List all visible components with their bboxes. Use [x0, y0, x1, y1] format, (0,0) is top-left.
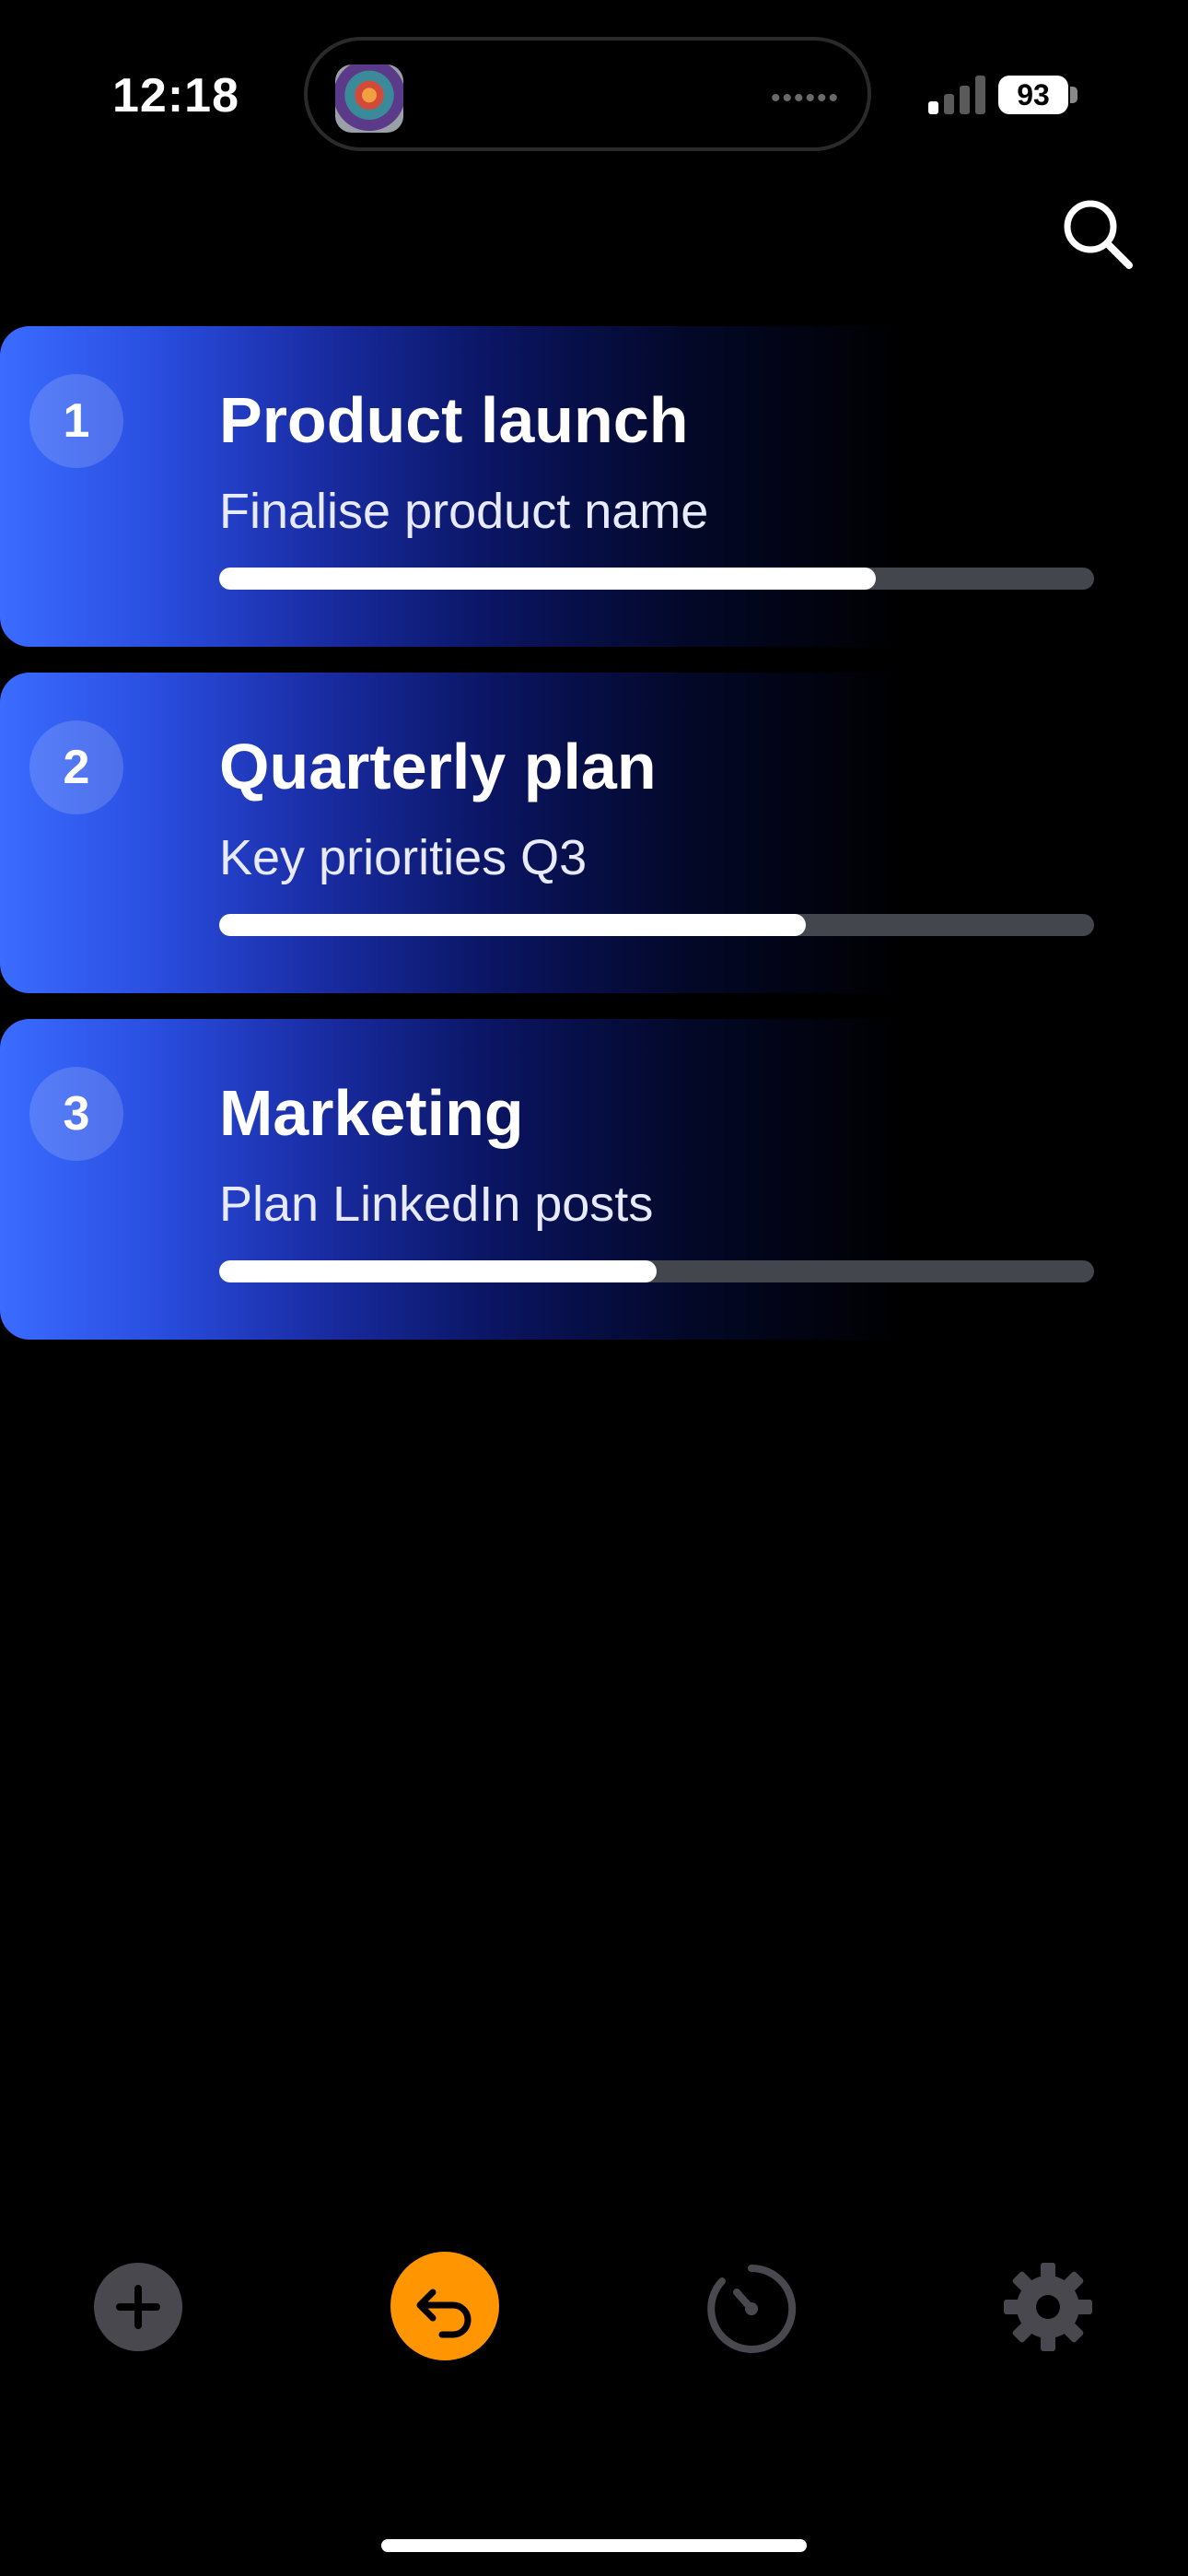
undo-button[interactable] [390, 2252, 499, 2360]
status-time: 12:18 [112, 69, 239, 123]
signal-icon [928, 76, 985, 114]
dynamic-island: •••••• [304, 37, 871, 151]
search-icon [1064, 200, 1133, 269]
timer-icon [707, 2264, 797, 2353]
card-title: Marketing [219, 1077, 524, 1149]
battery-tip [1070, 87, 1077, 103]
project-card[interactable]: 3 Marketing Plan LinkedIn posts [0, 1019, 1188, 1340]
card-number: 3 [29, 1067, 123, 1161]
home-indicator[interactable] [381, 2539, 807, 2552]
settings-button[interactable] [1002, 2261, 1094, 2353]
timer-button[interactable] [704, 2261, 799, 2357]
progress-bar [219, 1260, 1094, 1282]
card-subtitle: Key priorities Q3 [219, 830, 588, 885]
undo-icon [416, 2289, 472, 2338]
card-title: Product launch [219, 384, 689, 456]
app-icon [335, 64, 403, 133]
progress-fill [219, 914, 806, 936]
progress-bar [219, 568, 1094, 590]
battery-icon: 93 [998, 76, 1068, 114]
battery-level: 93 [1017, 78, 1050, 111]
card-subtitle: Finalise product name [219, 484, 709, 539]
status-bar: 12:18 •••••• 93 [0, 0, 1188, 184]
card-subtitle: Plan LinkedIn posts [219, 1177, 654, 1232]
card-title: Quarterly plan [219, 731, 657, 802]
project-card[interactable]: 1 Product launch Finalise product name [0, 326, 1188, 647]
card-number: 2 [29, 720, 123, 814]
plus-icon [116, 2285, 160, 2329]
add-button[interactable] [94, 2263, 182, 2351]
search-button[interactable] [1059, 195, 1136, 273]
project-card[interactable]: 2 Quarterly plan Key priorities Q3 [0, 673, 1188, 993]
progress-fill [219, 1260, 657, 1282]
island-activity-icon: •••••• [770, 83, 840, 113]
gear-icon [1004, 2263, 1092, 2351]
card-number: 1 [29, 374, 123, 468]
progress-bar [219, 914, 1094, 936]
progress-fill [219, 568, 876, 590]
